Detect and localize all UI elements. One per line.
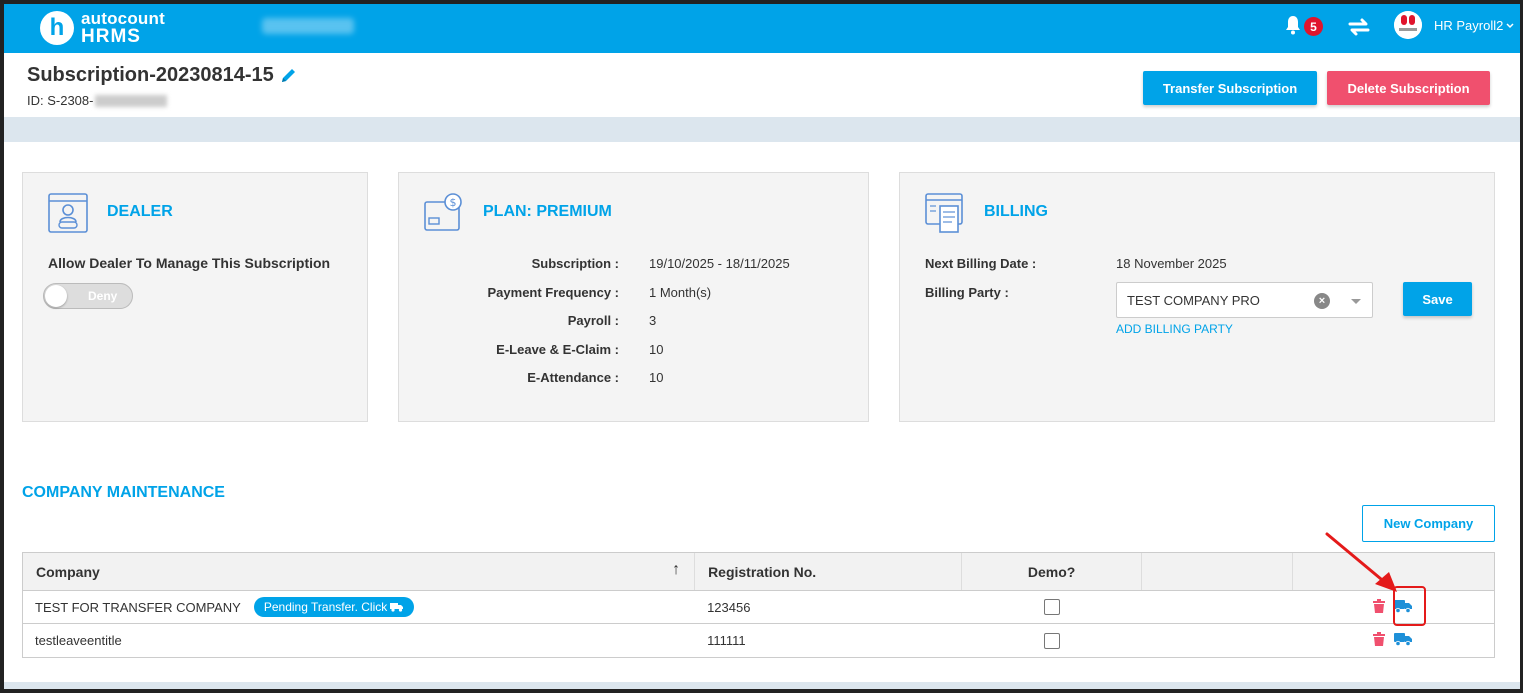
empty-cell — [1142, 591, 1293, 623]
toggle-label: Deny — [88, 289, 118, 303]
avatar[interactable] — [1394, 11, 1422, 39]
app-logo[interactable]: h autocount HRMS — [40, 10, 165, 46]
avatar-logo-icon — [1394, 11, 1422, 39]
table-header: Company ↑ Registration No. Demo? — [23, 553, 1494, 591]
notification-badge: 5 — [1304, 17, 1323, 36]
divider-band — [4, 117, 1520, 142]
logo-line1: autocount — [81, 9, 165, 28]
bell-icon[interactable] — [1285, 15, 1301, 35]
sync-icon[interactable] — [1346, 14, 1372, 40]
plan-value-eleave: 10 — [649, 342, 664, 357]
pending-transfer-badge[interactable]: Pending Transfer. Click — [253, 597, 415, 617]
annotation-highlight-box — [1393, 586, 1426, 626]
company-maintenance-title: COMPANY MAINTENANCE — [22, 484, 225, 501]
plan-value-payroll: 3 — [649, 313, 657, 328]
billing-card: BILLING Next Billing Date : 18 November … — [899, 172, 1495, 422]
dealer-title: DEALER — [107, 203, 173, 220]
delete-subscription-button[interactable]: Delete Subscription — [1327, 71, 1490, 105]
sort-arrow-icon[interactable]: ↑ — [672, 561, 680, 579]
plan-label-frequency: Payment Frequency : — [487, 285, 620, 300]
plan-label-eleave: E-Leave & E-Claim : — [496, 342, 619, 357]
empty-cell — [1142, 624, 1293, 657]
company-name: testleaveentitle — [35, 633, 122, 648]
user-name: HR Payroll2 — [1434, 18, 1504, 33]
plan-value-subscription: 19/10/2025 - 18/11/2025 — [649, 256, 790, 271]
billing-party-label: Billing Party : — [925, 285, 1009, 300]
plan-label-subscription: Subscription : — [531, 256, 619, 271]
subscription-id-prefix: ID: S-2308- — [27, 93, 94, 108]
plan-label-payroll: Payroll : — [567, 313, 619, 328]
logo-mark: h — [40, 11, 74, 45]
toggle-knob — [45, 285, 67, 307]
dealer-icon — [48, 193, 88, 233]
allow-dealer-toggle[interactable]: Deny — [43, 283, 133, 309]
clear-icon[interactable]: × — [1314, 293, 1330, 309]
table-row: testleaveentitle 111111 — [23, 624, 1494, 657]
trash-icon[interactable] — [1373, 599, 1386, 613]
user-menu[interactable]: HR Payroll2 — [1434, 18, 1515, 33]
demo-checkbox[interactable] — [1044, 632, 1061, 649]
footer-band — [4, 682, 1520, 689]
registration-cell: 123456 — [707, 599, 751, 615]
svg-text:$: $ — [450, 196, 457, 209]
blurred-company-name — [262, 18, 354, 34]
demo-cell — [962, 624, 1143, 657]
add-billing-party-link[interactable]: ADD BILLING PARTY — [1116, 322, 1233, 336]
column-empty-1 — [1142, 553, 1294, 590]
column-company[interactable]: Company ↑ — [23, 553, 696, 590]
plan-label-eattendance: E-Attendance : — [527, 370, 619, 385]
actions-cell — [1293, 624, 1494, 657]
column-company-label: Company — [36, 563, 100, 580]
table-row: TEST FOR TRANSFER COMPANY Pending Transf… — [23, 591, 1494, 624]
page-header: Subscription-20230814-15 ID: S-2308- Tra… — [4, 53, 1520, 117]
app-window: h autocount HRMS 5 HR Payroll2 Subscript… — [4, 4, 1520, 689]
plan-value-eattendance: 10 — [649, 370, 664, 385]
company-table: Company ↑ Registration No. Demo? TEST FO… — [22, 552, 1495, 658]
trash-icon[interactable] — [1373, 632, 1386, 646]
subscription-title: Subscription-20230814-15 — [27, 64, 274, 86]
chevron-down-icon[interactable] — [1351, 299, 1361, 304]
billing-icon — [925, 193, 963, 233]
truck-icon[interactable] — [1394, 632, 1413, 646]
demo-cell — [962, 591, 1143, 623]
page-title: Subscription-20230814-15 — [27, 64, 297, 87]
dealer-card: DEALER Allow Dealer To Manage This Subsc… — [22, 172, 368, 422]
plan-title: PLAN: PREMIUM — [483, 203, 612, 220]
transfer-subscription-button[interactable]: Transfer Subscription — [1143, 71, 1317, 105]
plan-icon: $ — [424, 193, 462, 231]
subscription-id: ID: S-2308- — [27, 93, 168, 108]
column-registration[interactable]: Registration No. — [695, 553, 962, 590]
pencil-icon[interactable] — [280, 67, 297, 84]
allow-dealer-label: Allow Dealer To Manage This Subscription — [48, 255, 331, 271]
blurred-id — [95, 94, 168, 107]
billing-party-select[interactable]: TEST COMPANY PRO × — [1116, 282, 1373, 318]
billing-party-value: TEST COMPANY PRO — [1127, 293, 1260, 308]
next-billing-value: 18 November 2025 — [1116, 256, 1227, 271]
next-billing-label: Next Billing Date : — [925, 256, 1037, 271]
billing-title: BILLING — [984, 203, 1048, 220]
pending-transfer-label: Pending Transfer. Click — [263, 600, 388, 614]
demo-checkbox[interactable] — [1044, 599, 1061, 615]
logo-line2: HRMS — [81, 26, 141, 47]
truck-icon — [390, 603, 404, 612]
company-cell: testleaveentitle — [23, 624, 695, 657]
company-cell: TEST FOR TRANSFER COMPANY Pending Transf… — [23, 591, 695, 623]
plan-value-frequency: 1 Month(s) — [649, 285, 712, 300]
column-demo[interactable]: Demo? — [962, 553, 1143, 590]
chevron-down-icon — [1506, 22, 1514, 28]
registration-cell: 111111 — [707, 633, 746, 648]
plan-card: $ PLAN: PREMIUM Subscription : 19/10/202… — [398, 172, 869, 422]
company-name: TEST FOR TRANSFER COMPANY — [35, 599, 241, 615]
save-button[interactable]: Save — [1403, 282, 1472, 316]
top-bar: h autocount HRMS 5 HR Payroll2 — [4, 4, 1520, 53]
